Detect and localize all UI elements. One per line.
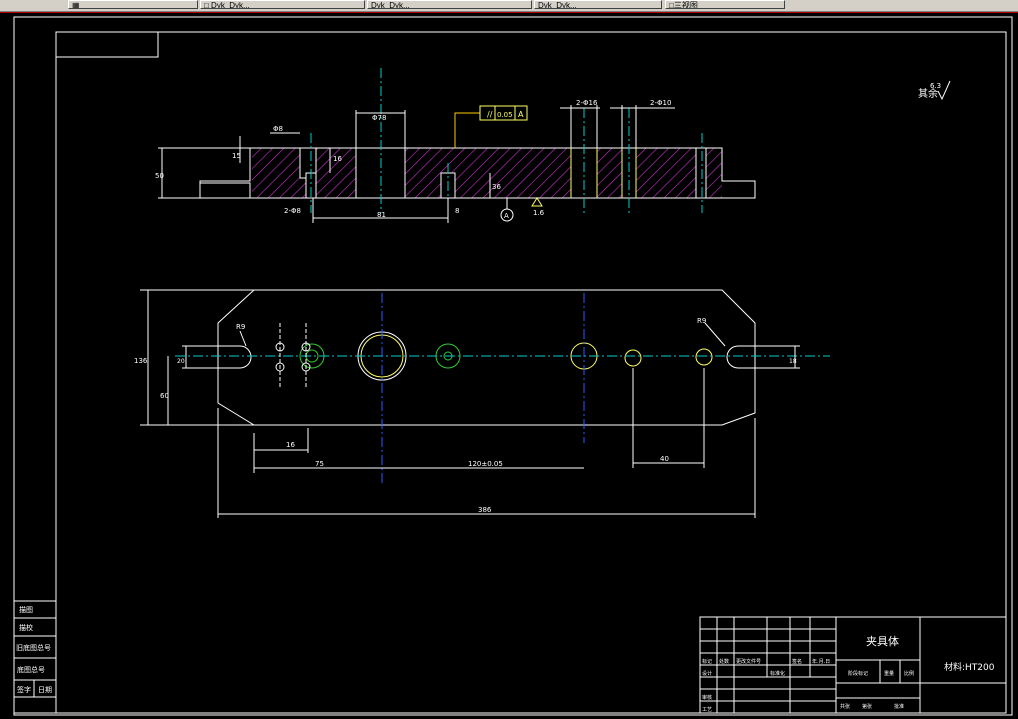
hatch-right-c: [706, 148, 722, 198]
dim-label-75: 75: [315, 460, 324, 468]
tolerance-symbol: //: [487, 110, 493, 119]
cad-window: ▦ □ Dyk_Dyk... Dyk_Dyk... Dyk_Dyk... □三视…: [0, 0, 1018, 719]
dim-label-16: 16: [333, 155, 342, 163]
front-section-view: // 0.05 A A 1.6 Φ8 Φ78 2-Φ16 2-Φ10 2-Φ8 …: [155, 68, 756, 223]
tb-label-process: 工艺: [702, 707, 712, 713]
dim-label-R-right: R9: [697, 317, 706, 325]
tb-label-sign: 签名: [792, 658, 802, 665]
roughness-note-value: 6.3: [930, 82, 941, 90]
datum-label: A: [504, 212, 509, 220]
dim-label-81: 81: [377, 211, 386, 219]
tb-label-mark: 标记: [702, 658, 712, 665]
side-row-tracing: 描图: [19, 605, 33, 614]
dim-label-R-left: R9: [236, 323, 245, 331]
hole-10-plan: [624, 349, 642, 367]
dim-label-slot-left: 20: [177, 358, 185, 365]
slot-left: [199, 182, 251, 199]
dim-label-50: 50: [155, 172, 164, 180]
dim-label-15: 15: [232, 152, 241, 160]
hatch-right-b: [636, 148, 696, 198]
dim-label-120: 120±0.05: [468, 460, 503, 468]
top-plan-view: 136 60 20 18 R9 R9 16 75 120±0.05 40 386: [134, 289, 830, 518]
roughness-symbol-front: [531, 197, 543, 207]
roughness-value-front: 1.6: [533, 209, 545, 217]
side-table: 描图 描校 旧底图总号 底图总号 签字 日期: [13, 600, 57, 714]
slot-left-plan: [182, 345, 252, 369]
tb-label-review: 审核: [702, 694, 712, 701]
dim-label-60: 60: [160, 392, 169, 400]
dim-label-36: 36: [492, 183, 501, 191]
hatch-right-a: [597, 148, 622, 198]
dim-label-8: 8: [455, 207, 459, 215]
dim-label-slot-right: 18: [789, 358, 797, 365]
tb-label-stage: 阶段标记: [848, 670, 868, 677]
dim-label-2phi10: 2-Φ10: [650, 99, 671, 107]
side-row-base-no: 底图总号: [17, 665, 45, 674]
taskbar: ▦ □ Dyk_Dyk... Dyk_Dyk... Dyk_Dyk... □三视…: [0, 0, 1018, 12]
dim-label-2phi16: 2-Φ16: [576, 99, 598, 107]
taskbar-button-5[interactable]: □三视图: [665, 0, 785, 9]
tb-label-sheet-no: 第张: [862, 703, 872, 710]
title-block: 夹具体 材料:HT200 标记 处数 更改文件号 签名 年.月.日 设计 标准化…: [699, 616, 1007, 714]
tolerance-value: 0.05: [497, 111, 513, 119]
code-box: [55, 31, 159, 58]
title-material: 材料:HT200: [944, 661, 995, 673]
tolerance-datum: A: [518, 110, 524, 119]
tb-label-weight: 重量: [884, 670, 894, 677]
tb-label-count: 处数: [719, 658, 729, 665]
dim-label-phi8: Φ8: [273, 125, 283, 133]
tb-label-standard: 标准化: [770, 670, 785, 677]
dim-label-40: 40: [660, 455, 669, 463]
cad-drawing-canvas[interactable]: // 0.05 A A 1.6 Φ8 Φ78 2-Φ16 2-Φ10 2-Φ8 …: [0, 13, 1018, 719]
side-row-old-no: 旧底图总号: [16, 643, 51, 652]
taskbar-button-1[interactable]: ▦: [68, 0, 198, 9]
plan-outline: [217, 289, 756, 426]
tolerance-leader: [454, 112, 480, 148]
tb-label-design: 设计: [702, 670, 712, 677]
side-row-sign: 签字: [17, 685, 31, 694]
side-row-check: 描校: [19, 623, 33, 632]
dim-label-386: 386: [478, 506, 492, 514]
tb-label-date: 年.月.日: [812, 658, 830, 665]
taskbar-button-3[interactable]: Dyk_Dyk...: [367, 0, 532, 9]
taskbar-button-4[interactable]: Dyk_Dyk...: [534, 0, 662, 9]
dim-label-2phi8: 2-Φ8: [284, 207, 301, 215]
hole-8-plan: [695, 348, 713, 366]
tb-label-approve: 批准: [894, 703, 904, 710]
title-part-name: 夹具体: [866, 634, 899, 648]
dim-label-16-plan: 16: [286, 441, 295, 449]
roughness-note: 其余 6.3: [918, 80, 951, 101]
dim-label-136: 136: [134, 357, 148, 365]
side-row-date: 日期: [38, 686, 52, 694]
tb-label-total-sheets: 共张: [840, 703, 850, 710]
dim-label-phi78: Φ78: [372, 114, 386, 122]
drawing-frame: [55, 31, 1007, 714]
sheet-border: [13, 16, 1013, 716]
hatch-middle: [405, 148, 571, 198]
tb-label-change: 更改文件号: [736, 658, 761, 665]
tb-label-scale: 比例: [904, 670, 914, 677]
taskbar-button-2[interactable]: □ Dyk_Dyk...: [200, 0, 365, 9]
